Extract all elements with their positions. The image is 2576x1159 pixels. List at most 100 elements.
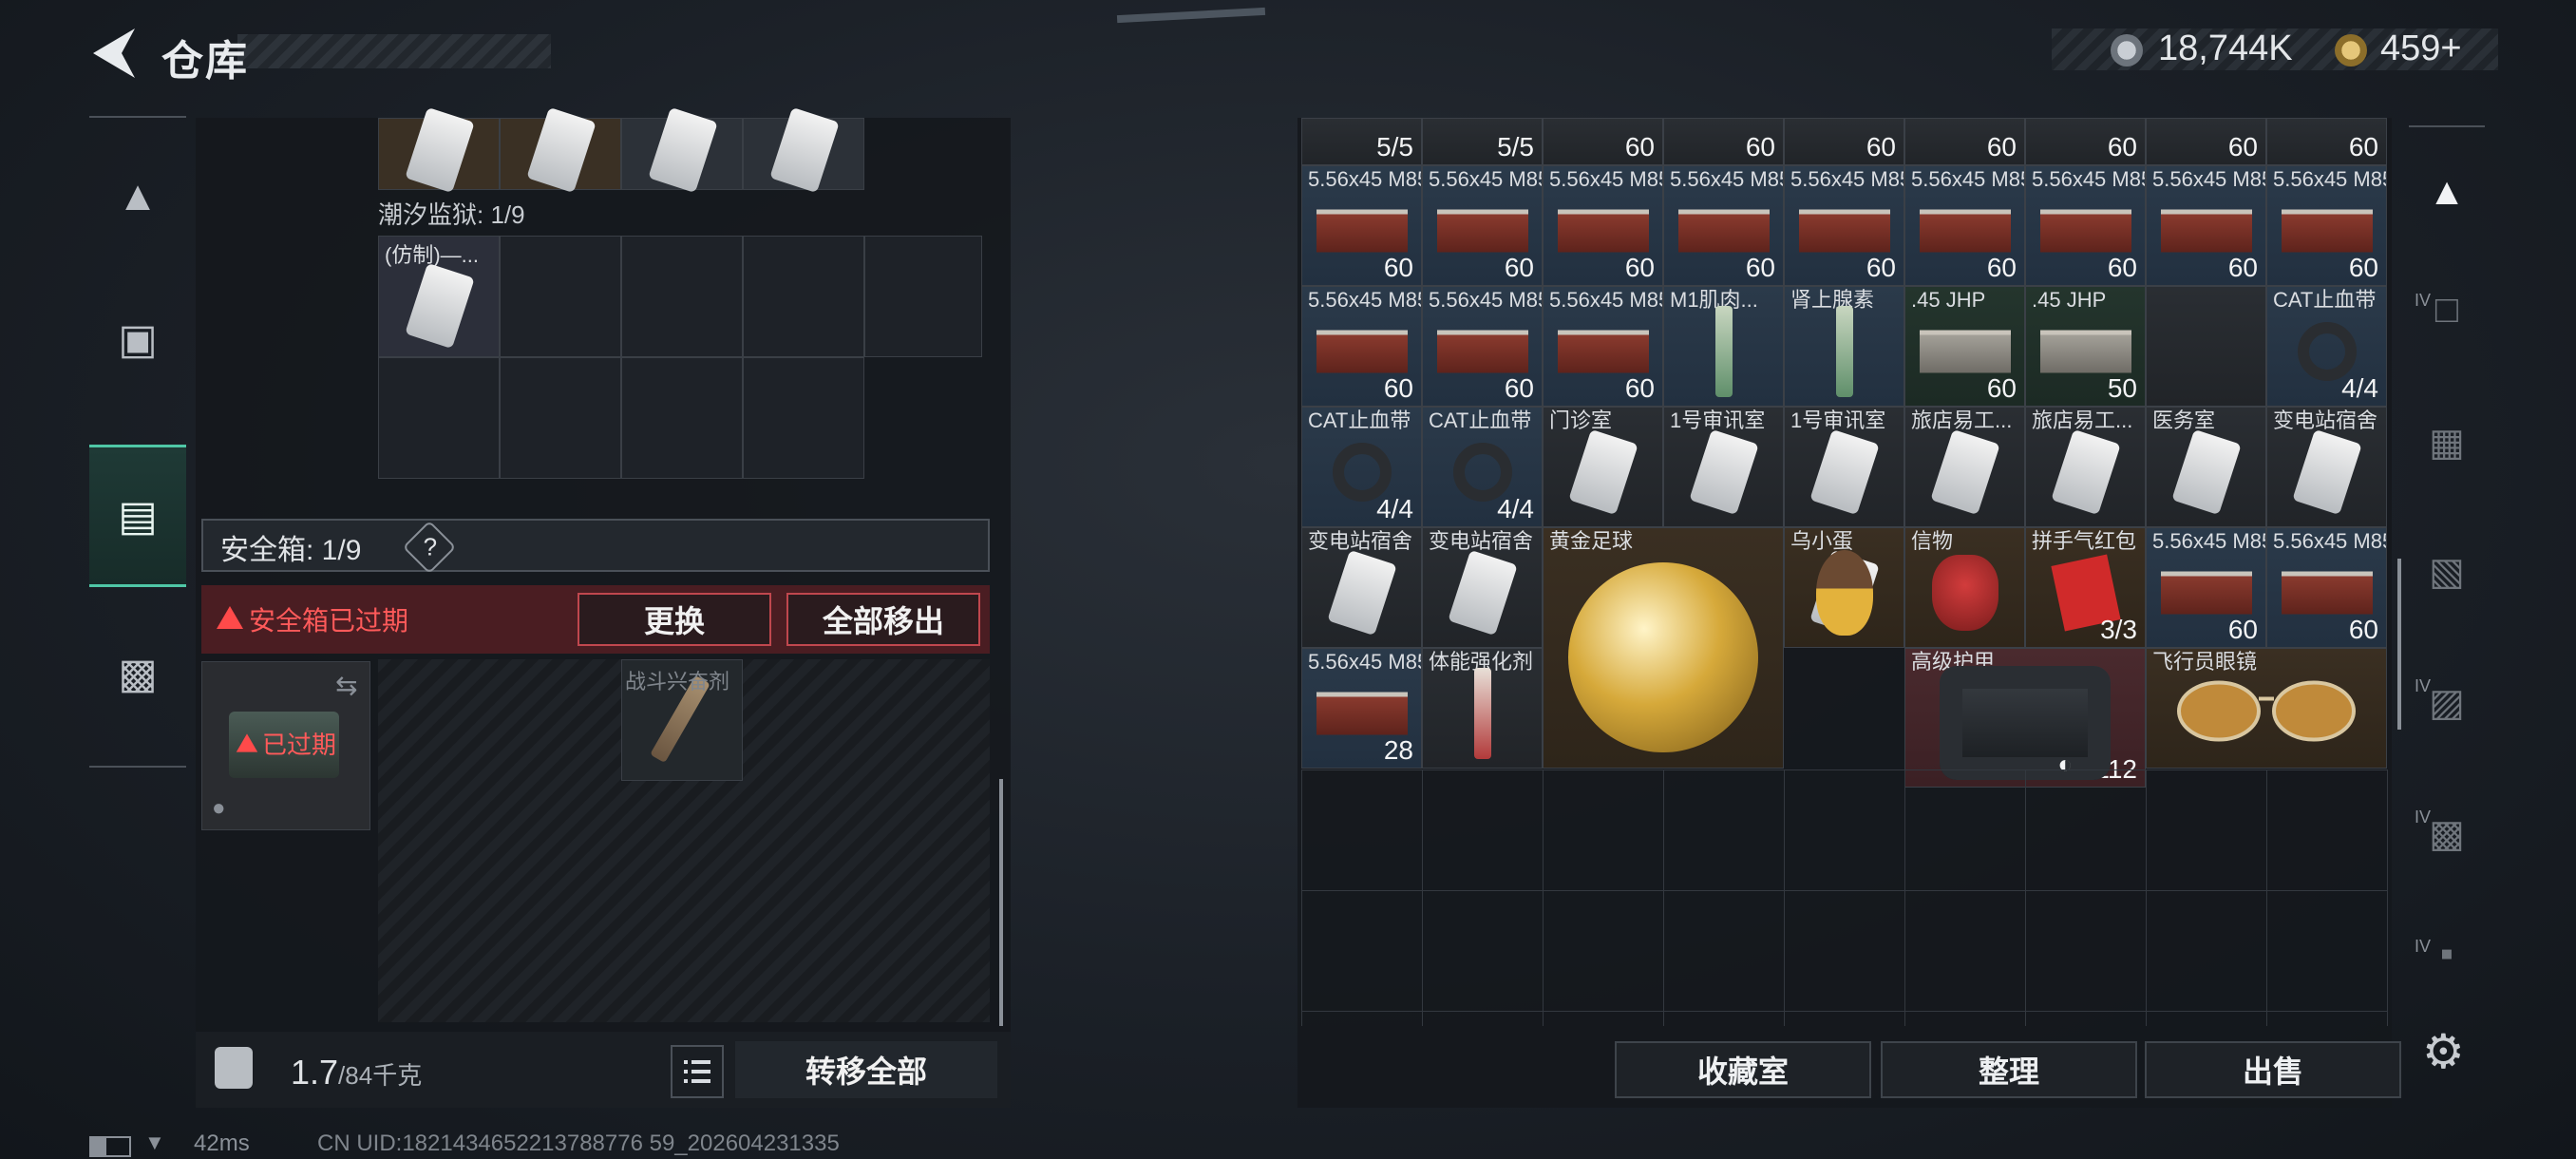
transfer-all-button[interactable]: 转移全部: [735, 1041, 997, 1098]
grid-cell[interactable]: [864, 236, 982, 357]
list-view-icon[interactable]: [671, 1045, 724, 1098]
right-scrollbar[interactable]: [2397, 559, 2401, 730]
nav-backpack[interactable]: ▣: [89, 268, 186, 410]
key-card-slot[interactable]: [743, 106, 864, 194]
item-cell[interactable]: 5.56x45 M855 60: [2146, 527, 2266, 648]
item-cell[interactable]: .45 JHP 50: [2025, 286, 2146, 407]
item-cell-partial[interactable]: 60: [2266, 118, 2387, 165]
item-cell[interactable]: 旅店易工...: [2025, 407, 2146, 527]
item-cell-partial[interactable]: 60: [2146, 118, 2266, 165]
item-cell[interactable]: 5.56x45 M855 60: [1422, 165, 1543, 286]
item-name: 5.56x45 M855: [1429, 167, 1542, 191]
item-cell[interactable]: 1号审讯室: [1784, 407, 1904, 527]
item-cell[interactable]: 5.56x45 M855 28: [1301, 648, 1422, 769]
folder-stack-icon[interactable]: ▧: [2416, 542, 2477, 602]
back-arrow-icon[interactable]: [87, 25, 141, 82]
item-cell[interactable]: 拼手气红包 3/3: [2025, 527, 2146, 648]
item-cell[interactable]: 飞行员眼镜: [2146, 648, 2387, 769]
item-cell[interactable]: 5.56x45 M855 60: [2025, 165, 2146, 286]
item-name: 变电站宿舍: [2273, 408, 2378, 432]
item-name: 肾上腺素: [1790, 288, 1875, 312]
item-cell[interactable]: 5.56x45 M855 60: [1301, 165, 1422, 286]
sell-button[interactable]: 出售: [2145, 1041, 2401, 1098]
item-cell[interactable]: 体能强化剂: [1422, 648, 1543, 769]
item-cell[interactable]: 变电站宿舍: [1301, 527, 1422, 648]
item-cell-partial[interactable]: 60: [2025, 118, 2146, 165]
item-cell[interactable]: 高级护甲112◐: [1904, 648, 2146, 788]
item-name: 5.56x45 M855: [2273, 529, 2386, 553]
item-cell[interactable]: 变电站宿舍: [2266, 407, 2387, 527]
item-cell[interactable]: CAT止血带 4/4: [2266, 286, 2387, 407]
left-scrollbar[interactable]: [999, 779, 1003, 1026]
nav-weapons[interactable]: ▲: [89, 125, 186, 268]
item-cell[interactable]: 1号审讯室: [1663, 407, 1784, 527]
item-cell[interactable]: 5.56x45 M855 60: [2266, 527, 2387, 648]
item-cell[interactable]: 变电站宿舍: [1422, 527, 1543, 648]
ammo-box-icon: [1798, 209, 1890, 252]
nav-tools[interactable]: ▩: [89, 602, 186, 745]
item-cell-partial[interactable]: 60: [1784, 118, 1904, 165]
key-card-icon: [1688, 428, 1759, 515]
item-cell[interactable]: 信物: [1904, 527, 2025, 648]
item-cell[interactable]: 5.56x45 M855 60: [1422, 286, 1543, 407]
key-card-slot[interactable]: [378, 106, 500, 194]
item-cell[interactable]: 5.56x45 M855 60: [1543, 286, 1663, 407]
item-count: 60: [1986, 253, 2017, 282]
item-cell[interactable]: 医务室: [2146, 407, 2266, 527]
key-card-icon: [1809, 428, 1880, 515]
item-cell-partial[interactable]: 60: [1543, 118, 1663, 165]
item-cell[interactable]: 5.56x45 M855 60: [1663, 165, 1784, 286]
item-name: CAT止血带: [1429, 408, 1532, 432]
grid-cell[interactable]: [743, 357, 864, 479]
item-cell[interactable]: .45 JHP 60: [1904, 286, 2025, 407]
ammo-box-icon: [1316, 209, 1408, 252]
item-cell[interactable]: 门诊室: [1543, 407, 1663, 527]
item-name: 5.56x45 M855: [1549, 167, 1662, 191]
item-name: 变电站宿舍: [1429, 529, 1534, 553]
prison-item[interactable]: (仿制)—...: [378, 236, 500, 357]
tourniquet-icon: [1452, 442, 1512, 502]
item-cell[interactable]: 5.56x45 M855 60: [1301, 286, 1422, 407]
key-card-slot[interactable]: [621, 106, 743, 194]
item-cell[interactable]: 旅店易工...: [1904, 407, 2025, 527]
lock-icon: ●: [212, 795, 226, 821]
title-stripe: [237, 34, 551, 68]
home-vault-icon[interactable]: ▲: [2416, 162, 2477, 222]
folder-add-icon[interactable]: ▦: [2416, 412, 2477, 473]
collection-room-button[interactable]: 收藏室: [1615, 1041, 1871, 1098]
item-cell[interactable]: 5.56x45 M855 60: [1543, 165, 1663, 286]
grid-cell[interactable]: [743, 236, 864, 357]
grid-cell[interactable]: [621, 236, 743, 357]
item-cell-partial[interactable]: 60: [1663, 118, 1784, 165]
item-cell[interactable]: M1肌肉...: [1663, 286, 1784, 407]
gear-icon[interactable]: ⚙: [2422, 1024, 2465, 1079]
item-count: 4/4: [1497, 494, 1534, 523]
ammo-box-icon: [1557, 330, 1649, 372]
grid-cell[interactable]: [500, 357, 621, 479]
item-cell[interactable]: 肾上腺素: [1784, 286, 1904, 407]
replace-button[interactable]: 更换: [578, 593, 771, 646]
item-cell-partial[interactable]: 5/5: [1301, 118, 1422, 165]
nav-container[interactable]: ▤: [89, 445, 186, 587]
item-cell[interactable]: 5.56x45 M855 60: [2146, 165, 2266, 286]
item-cell[interactable]: CAT止血带 4/4: [1301, 407, 1422, 527]
gold-balance[interactable]: 459+: [2380, 28, 2462, 69]
item-cell-partial[interactable]: 60: [1904, 118, 2025, 165]
item-count: 60: [1624, 373, 1655, 403]
key-card-slot[interactable]: [500, 106, 621, 194]
item-cell[interactable]: [2146, 286, 2266, 407]
storage-tab-nav: ▲ □ IV ▦ ▧ ▨ IV ▩ IV ▪ IV: [2409, 125, 2485, 975]
grid-cell[interactable]: [621, 357, 743, 479]
item-cell[interactable]: 乌小蛋: [1784, 527, 1904, 648]
organize-button[interactable]: 整理: [1881, 1041, 2137, 1098]
item-cell-partial[interactable]: 5/5: [1422, 118, 1543, 165]
item-cell[interactable]: 黄金足球: [1543, 527, 1784, 769]
item-count: 60: [1986, 373, 2017, 403]
grid-cell[interactable]: [378, 357, 500, 479]
move-all-out-button[interactable]: 全部移出: [786, 593, 980, 646]
item-cell[interactable]: 5.56x45 M855 60: [1904, 165, 2025, 286]
item-cell[interactable]: 5.56x45 M855 60: [1784, 165, 1904, 286]
item-cell[interactable]: CAT止血带 4/4: [1422, 407, 1543, 527]
grid-cell[interactable]: [500, 236, 621, 357]
item-cell[interactable]: 5.56x45 M855 60: [2266, 165, 2387, 286]
